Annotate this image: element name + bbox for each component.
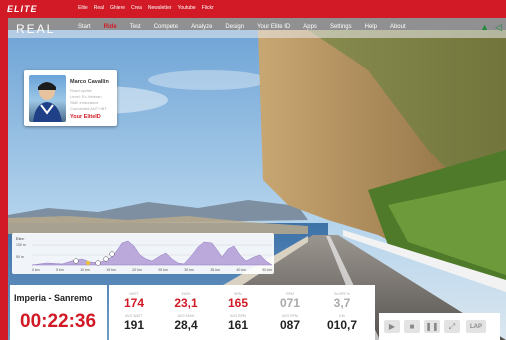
avg-watt-value: 191	[123, 318, 145, 332]
user-profile-card: Marco Cavallin Road cyclist Level: Ex-Ve…	[24, 70, 117, 126]
pause-button[interactable]: ❚❚	[424, 320, 440, 333]
stop-icon: ■	[409, 322, 415, 331]
elapsed-time: 00:22:36	[20, 311, 97, 332]
elevation-x-tick: 35 km	[210, 268, 220, 272]
sound-icon[interactable]: ◁	[495, 22, 502, 33]
left-accent-bar	[0, 12, 8, 340]
elevation-profile[interactable]: Elev. 100 m 50 m 0 km 5 km 10 km 15 km 2…	[12, 233, 274, 274]
nav-item-design[interactable]: Design	[225, 24, 244, 30]
elevation-x-tick: 0 km	[32, 268, 40, 272]
lap-button[interactable]: LAP	[466, 320, 486, 333]
mountain-icon[interactable]: ▲	[480, 22, 489, 33]
watt-value: 174	[123, 296, 145, 310]
stat-rpm: RPM 071	[265, 292, 315, 310]
elevation-label: Elev.	[16, 236, 25, 241]
waypoint-marker	[109, 251, 115, 257]
avg-speed-value: 28,4	[174, 318, 198, 332]
user-detail-line: Level: Ex-Veteran	[70, 94, 102, 99]
elevation-x-tick: 30 km	[184, 268, 194, 272]
nav-item-analyze[interactable]: Analyze	[191, 24, 212, 30]
top-link-newsletter[interactable]: Newsletter	[148, 5, 172, 11]
elevation-x-tick: 15 km	[106, 268, 116, 272]
waypoint-marker	[95, 260, 101, 266]
route-name: Imperia - Sanremo	[14, 293, 93, 303]
nav-item-start[interactable]: Start	[78, 24, 91, 30]
elevation-x-tick: 50 km	[262, 268, 272, 272]
waypoint-marker	[103, 256, 109, 262]
your-eliteid-link[interactable]: Your EliteID	[70, 114, 101, 120]
top-links: Elite Real Ghiere Crea Newsletter Youtub…	[78, 5, 214, 11]
cyclist-photo	[33, 82, 62, 122]
top-link-youtube[interactable]: Youtube	[178, 5, 196, 11]
waypoint-marker	[73, 258, 79, 264]
nav-item-about[interactable]: About	[390, 24, 406, 30]
cadence-value: 071	[279, 296, 301, 310]
fullscreen-button[interactable]: ⤢	[444, 320, 460, 333]
elevation-y-tick: 100 m	[16, 243, 26, 247]
nav-item-ride[interactable]: Ride	[104, 24, 117, 30]
elevation-x-axis: 0 km 5 km 10 km 15 km 20 km 25 km 30 km …	[32, 268, 272, 272]
nav-item-apps[interactable]: Apps	[303, 24, 317, 30]
top-link-ghiere[interactable]: Ghiere	[110, 5, 125, 11]
elevation-x-tick: 25 km	[158, 268, 168, 272]
stat-avg-bpm: AVG BPM 161	[213, 314, 263, 332]
stat-slope: SLOPE % 3,7	[317, 292, 367, 310]
real-brand-logo[interactable]: REAL	[16, 22, 55, 36]
top-link-elite[interactable]: Elite	[78, 5, 88, 11]
fullscreen-icon: ⤢	[448, 321, 456, 331]
nav-item-your-elite-id[interactable]: Your Elite ID	[257, 24, 290, 30]
avg-heart-rate-value: 161	[227, 318, 249, 332]
nav-links: Start Ride Test Compete Analyze Design Y…	[78, 24, 406, 30]
nav-item-compete[interactable]: Compete	[154, 24, 178, 30]
elite-logo[interactable]: ELITE	[7, 4, 38, 14]
slope-value: 3,7	[333, 296, 351, 310]
stat-bpm: BPM 165	[213, 292, 263, 310]
stat-avg-watt: AVG WATT 191	[109, 314, 159, 332]
app-frame: ELITE Elite Real Ghiere Crea Newsletter …	[0, 0, 506, 340]
playback-controls: ▶ ■ ❚❚ ⤢ LAP	[379, 313, 500, 340]
user-name: Marco Cavallin	[70, 79, 109, 85]
elevation-y-tick: 50 m	[16, 255, 24, 259]
avatar[interactable]	[29, 75, 66, 122]
stat-avg-kmh: AVG KM/H 28,4	[161, 314, 211, 332]
top-header-bar: ELITE Elite Real Ghiere Crea Newsletter …	[0, 0, 506, 18]
user-detail-line: Connected ANT+/BT	[70, 106, 107, 111]
elevation-x-tick: 40 km	[236, 268, 246, 272]
elevation-x-tick: 10 km	[80, 268, 90, 272]
stat-km: KM 010,7	[317, 314, 367, 332]
nav-item-help[interactable]: Help	[365, 24, 377, 30]
nav-icons: ▲ ◁	[480, 22, 502, 33]
elevation-graph	[32, 240, 272, 266]
nav-item-settings[interactable]: Settings	[330, 24, 352, 30]
stat-avg-rpm: AVG RPM 087	[265, 314, 315, 332]
speed-value: 23,1	[174, 296, 198, 310]
pause-icon: ❚❚	[425, 322, 439, 331]
stop-button[interactable]: ■	[404, 320, 420, 333]
nav-item-test[interactable]: Test	[130, 24, 141, 30]
user-detail-line: Skill: endurance	[70, 100, 99, 105]
top-link-crea[interactable]: Crea	[131, 5, 142, 11]
stat-kmh: KM/H 23,1	[161, 292, 211, 310]
user-detail-line: Road cyclist	[70, 88, 92, 93]
top-link-real[interactable]: Real	[94, 5, 104, 11]
play-button[interactable]: ▶	[384, 320, 400, 333]
elevation-x-tick: 20 km	[132, 268, 142, 272]
distance-value: 010,7	[326, 318, 358, 332]
position-marker	[86, 261, 90, 265]
play-icon: ▶	[388, 322, 396, 331]
main-nav: REAL Start Ride Test Compete Analyze Des…	[8, 18, 506, 38]
route-info-panel: Imperia - Sanremo 00:22:36	[10, 285, 107, 340]
top-link-flickr[interactable]: Flickr	[202, 5, 214, 11]
elevation-x-tick: 5 km	[56, 268, 64, 272]
heart-rate-value: 165	[227, 296, 249, 310]
ride-stats-panel: WATT 174 KM/H 23,1 BPM 165 RPM 071 SLOPE…	[109, 285, 375, 340]
stat-watt: WATT 174	[109, 292, 159, 310]
avg-cadence-value: 087	[279, 318, 301, 332]
